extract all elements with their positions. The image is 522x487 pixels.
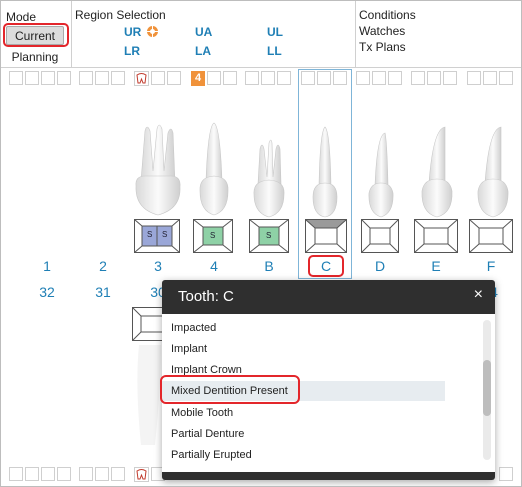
indicator-box[interactable] (95, 71, 109, 85)
tooth-4[interactable] (196, 121, 232, 226)
tooth-number[interactable]: E (421, 258, 451, 274)
region-title: Region Selection (75, 8, 166, 22)
indicator-box[interactable] (57, 71, 71, 85)
count-badge-value: 4 (194, 72, 202, 84)
indicator-box[interactable] (25, 467, 39, 481)
indicator-box[interactable] (111, 71, 125, 85)
tooth-number[interactable]: B (254, 258, 284, 274)
surface-diagram-30[interactable] (132, 307, 164, 346)
chart-header: Mode Current Planning Region Selection U… (1, 1, 521, 68)
surface-label: S (162, 230, 168, 239)
surface-label: S (210, 231, 216, 240)
indicator-box[interactable] (57, 467, 71, 481)
count-badge: 4 (191, 71, 205, 86)
indicator-box[interactable] (41, 71, 55, 85)
popup-header: Tooth: C × (162, 280, 495, 314)
conditions-link[interactable]: Conditions (359, 8, 416, 22)
surface-diagram-b[interactable]: S (249, 219, 289, 258)
indicator-box[interactable] (356, 71, 370, 85)
indicator-box[interactable] (151, 71, 165, 85)
tooth-3[interactable] (131, 121, 185, 226)
tooth-number[interactable]: 3 (143, 258, 173, 274)
region-la-link[interactable]: LA (195, 44, 211, 58)
mode-panel: Mode Current Planning (1, 1, 72, 67)
tooth-number[interactable]: 4 (199, 258, 229, 274)
region-ll-link[interactable]: LL (267, 44, 282, 58)
indicator-box[interactable] (499, 467, 513, 481)
region-selection-panel: Region Selection UR UA UL LR LA LL (71, 1, 356, 67)
indicator-box[interactable] (79, 467, 93, 481)
tooth-b[interactable] (250, 139, 288, 226)
indicator-box[interactable] (499, 71, 513, 85)
surface-diagram-c[interactable] (304, 219, 348, 258)
indicator-box[interactable] (483, 71, 497, 85)
mode-planning-button[interactable]: Planning (6, 48, 64, 67)
indicator-box[interactable] (9, 71, 23, 85)
indicator-box[interactable] (372, 71, 386, 85)
condition-item[interactable]: Partial Denture (171, 428, 244, 440)
surface-diagram-3[interactable]: S S (134, 219, 180, 258)
indicator-box[interactable] (223, 71, 237, 85)
region-ul-link[interactable]: UL (267, 25, 283, 39)
selected-number-highlight (308, 255, 344, 277)
dental-chart-window: Mode Current Planning Region Selection U… (0, 0, 522, 487)
indicator-box[interactable] (467, 71, 481, 85)
tooth-30-root[interactable] (131, 345, 163, 460)
indicator-box[interactable] (95, 467, 109, 481)
watches-link[interactable]: Watches (359, 24, 405, 38)
indicator-box[interactable] (427, 71, 441, 85)
tooth-number-lower[interactable]: 31 (88, 284, 118, 300)
popup-title: Tooth: C (178, 288, 234, 305)
indicator-box[interactable] (261, 71, 275, 85)
tooth-c[interactable] (307, 125, 343, 226)
indicator-box[interactable] (277, 71, 291, 85)
surface-diagram-d[interactable] (361, 219, 399, 258)
indicator-box[interactable] (79, 71, 93, 85)
indicator-box[interactable] (9, 467, 23, 481)
tooth-number[interactable]: F (476, 258, 506, 274)
region-lr-link[interactable]: LR (124, 44, 140, 58)
popup-footer (162, 472, 495, 480)
surface-diagram-e[interactable] (414, 219, 458, 258)
surface-diagram-4[interactable]: S (193, 219, 233, 258)
tooth-number[interactable]: 2 (88, 258, 118, 274)
tooth-number-lower[interactable]: 32 (32, 284, 62, 300)
popup-scrollbar-thumb[interactable] (483, 360, 491, 416)
tooth-number[interactable]: D (365, 258, 395, 274)
indicator-box[interactable] (25, 71, 39, 85)
tooth-chart-icon[interactable] (134, 467, 149, 482)
indicator-box[interactable] (388, 71, 402, 85)
popup-scrollbar[interactable] (483, 320, 491, 460)
indicator-box[interactable] (207, 71, 221, 85)
tooth-f[interactable] (473, 125, 513, 226)
condition-item[interactable]: Impacted (171, 322, 216, 334)
mode-title: Mode (6, 10, 37, 24)
region-target-icon[interactable] (146, 25, 159, 38)
tooth-number[interactable]: 1 (32, 258, 62, 274)
surface-label: S (266, 231, 272, 240)
mixed-dentition-highlight (160, 375, 300, 404)
indicator-box[interactable] (167, 71, 181, 85)
region-ur-link[interactable]: UR (124, 25, 141, 39)
region-ua-link[interactable]: UA (195, 25, 212, 39)
tooth-chart-icon[interactable] (134, 71, 149, 86)
close-icon[interactable]: × (474, 286, 483, 304)
indicator-box[interactable] (411, 71, 425, 85)
condition-item[interactable]: Mobile Tooth (171, 407, 233, 419)
tx-plans-link[interactable]: Tx Plans (359, 40, 406, 54)
mode-current-highlight (3, 23, 69, 47)
tooth-e[interactable] (417, 125, 457, 226)
indicator-box[interactable] (41, 467, 55, 481)
conditions-panel: Conditions Watches Tx Plans (355, 1, 521, 67)
surface-label: S (147, 230, 153, 239)
tooth-d[interactable] (363, 131, 399, 226)
indicator-box[interactable] (111, 467, 125, 481)
surface-diagram-f[interactable] (469, 219, 513, 258)
condition-item[interactable]: Partially Erupted (171, 449, 252, 461)
condition-item[interactable]: Implant (171, 343, 207, 355)
indicator-box[interactable] (443, 71, 457, 85)
indicator-box[interactable] (245, 71, 259, 85)
